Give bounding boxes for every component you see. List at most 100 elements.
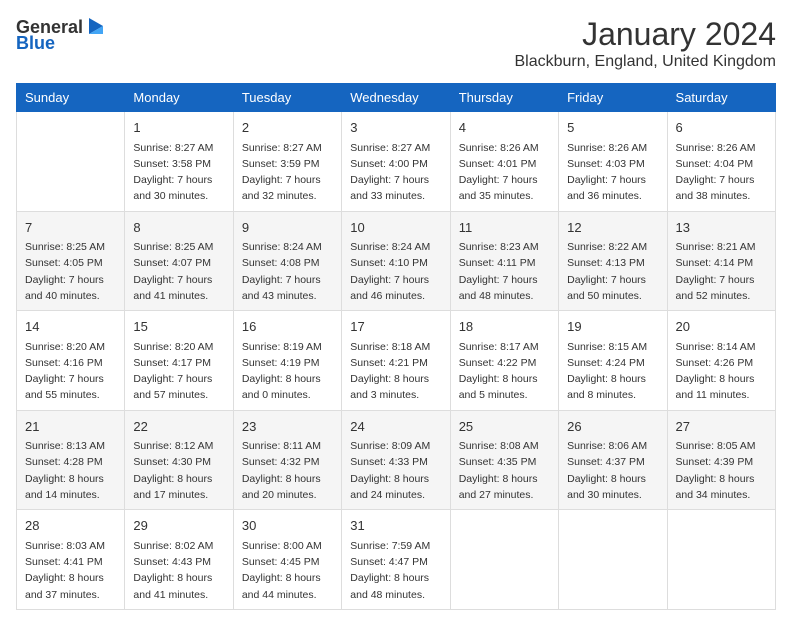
cell-info: Sunrise: 8:21 AMSunset: 4:14 PMDaylight:…	[676, 239, 767, 304]
table-row: 8 Sunrise: 8:25 AMSunset: 4:07 PMDayligh…	[125, 211, 233, 311]
date-number: 5	[567, 118, 658, 138]
cell-info: Sunrise: 8:25 AMSunset: 4:07 PMDaylight:…	[133, 239, 224, 304]
table-row: 10 Sunrise: 8:24 AMSunset: 4:10 PMDaylig…	[342, 211, 450, 311]
header-thursday: Thursday	[450, 84, 558, 112]
table-row: 30 Sunrise: 8:00 AMSunset: 4:45 PMDaylig…	[233, 510, 341, 610]
date-number: 12	[567, 218, 658, 238]
cell-info: Sunrise: 8:17 AMSunset: 4:22 PMDaylight:…	[459, 339, 550, 404]
date-number: 31	[350, 516, 441, 536]
date-number: 18	[459, 317, 550, 337]
cell-info: Sunrise: 8:27 AMSunset: 3:59 PMDaylight:…	[242, 140, 333, 205]
cell-info: Sunrise: 8:27 AMSunset: 4:00 PMDaylight:…	[350, 140, 441, 205]
cell-info: Sunrise: 8:02 AMSunset: 4:43 PMDaylight:…	[133, 538, 224, 603]
header-saturday: Saturday	[667, 84, 775, 112]
date-number: 20	[676, 317, 767, 337]
date-number: 9	[242, 218, 333, 238]
date-number: 10	[350, 218, 441, 238]
table-row: 3 Sunrise: 8:27 AMSunset: 4:00 PMDayligh…	[342, 112, 450, 212]
table-row: 7 Sunrise: 8:25 AMSunset: 4:05 PMDayligh…	[17, 211, 125, 311]
cell-info: Sunrise: 8:26 AMSunset: 4:04 PMDaylight:…	[676, 140, 767, 205]
logo-icon	[85, 16, 107, 38]
table-row: 15 Sunrise: 8:20 AMSunset: 4:17 PMDaylig…	[125, 311, 233, 411]
table-row: 11 Sunrise: 8:23 AMSunset: 4:11 PMDaylig…	[450, 211, 558, 311]
table-row: 9 Sunrise: 8:24 AMSunset: 4:08 PMDayligh…	[233, 211, 341, 311]
table-row: 13 Sunrise: 8:21 AMSunset: 4:14 PMDaylig…	[667, 211, 775, 311]
cell-info: Sunrise: 8:20 AMSunset: 4:17 PMDaylight:…	[133, 339, 224, 404]
cell-info: Sunrise: 8:11 AMSunset: 4:32 PMDaylight:…	[242, 438, 333, 503]
cell-info: Sunrise: 8:09 AMSunset: 4:33 PMDaylight:…	[350, 438, 441, 503]
table-row: 26 Sunrise: 8:06 AMSunset: 4:37 PMDaylig…	[559, 410, 667, 510]
date-number: 16	[242, 317, 333, 337]
date-number: 25	[459, 417, 550, 437]
table-row: 2 Sunrise: 8:27 AMSunset: 3:59 PMDayligh…	[233, 112, 341, 212]
cell-info: Sunrise: 8:14 AMSunset: 4:26 PMDaylight:…	[676, 339, 767, 404]
date-number: 29	[133, 516, 224, 536]
table-row: 5 Sunrise: 8:26 AMSunset: 4:03 PMDayligh…	[559, 112, 667, 212]
calendar-week-row: 28 Sunrise: 8:03 AMSunset: 4:41 PMDaylig…	[17, 510, 776, 610]
cell-info: Sunrise: 8:08 AMSunset: 4:35 PMDaylight:…	[459, 438, 550, 503]
cell-info: Sunrise: 8:23 AMSunset: 4:11 PMDaylight:…	[459, 239, 550, 304]
date-number: 17	[350, 317, 441, 337]
table-row: 16 Sunrise: 8:19 AMSunset: 4:19 PMDaylig…	[233, 311, 341, 411]
header-friday: Friday	[559, 84, 667, 112]
header-monday: Monday	[125, 84, 233, 112]
table-row: 25 Sunrise: 8:08 AMSunset: 4:35 PMDaylig…	[450, 410, 558, 510]
date-number: 21	[25, 417, 116, 437]
date-number: 2	[242, 118, 333, 138]
date-number: 28	[25, 516, 116, 536]
cell-info: Sunrise: 8:15 AMSunset: 4:24 PMDaylight:…	[567, 339, 658, 404]
table-row: 23 Sunrise: 8:11 AMSunset: 4:32 PMDaylig…	[233, 410, 341, 510]
cell-info: Sunrise: 8:18 AMSunset: 4:21 PMDaylight:…	[350, 339, 441, 404]
date-number: 30	[242, 516, 333, 536]
cell-info: Sunrise: 8:25 AMSunset: 4:05 PMDaylight:…	[25, 239, 116, 304]
date-number: 4	[459, 118, 550, 138]
cell-info: Sunrise: 8:03 AMSunset: 4:41 PMDaylight:…	[25, 538, 116, 603]
table-row: 27 Sunrise: 8:05 AMSunset: 4:39 PMDaylig…	[667, 410, 775, 510]
table-row: 4 Sunrise: 8:26 AMSunset: 4:01 PMDayligh…	[450, 112, 558, 212]
table-row: 1 Sunrise: 8:27 AMSunset: 3:58 PMDayligh…	[125, 112, 233, 212]
date-number: 23	[242, 417, 333, 437]
cell-info: Sunrise: 8:19 AMSunset: 4:19 PMDaylight:…	[242, 339, 333, 404]
page-header: General Blue January 2024 Blackburn, Eng…	[16, 16, 776, 71]
cell-info: Sunrise: 8:00 AMSunset: 4:45 PMDaylight:…	[242, 538, 333, 603]
table-row: 31 Sunrise: 7:59 AMSunset: 4:47 PMDaylig…	[342, 510, 450, 610]
table-row: 20 Sunrise: 8:14 AMSunset: 4:26 PMDaylig…	[667, 311, 775, 411]
table-row: 21 Sunrise: 8:13 AMSunset: 4:28 PMDaylig…	[17, 410, 125, 510]
table-row	[559, 510, 667, 610]
table-row: 6 Sunrise: 8:26 AMSunset: 4:04 PMDayligh…	[667, 112, 775, 212]
cell-info: Sunrise: 8:24 AMSunset: 4:08 PMDaylight:…	[242, 239, 333, 304]
calendar-week-row: 7 Sunrise: 8:25 AMSunset: 4:05 PMDayligh…	[17, 211, 776, 311]
cell-info: Sunrise: 8:26 AMSunset: 4:01 PMDaylight:…	[459, 140, 550, 205]
table-row: 22 Sunrise: 8:12 AMSunset: 4:30 PMDaylig…	[125, 410, 233, 510]
calendar-week-row: 21 Sunrise: 8:13 AMSunset: 4:28 PMDaylig…	[17, 410, 776, 510]
logo-blue: Blue	[16, 34, 55, 52]
table-row: 24 Sunrise: 8:09 AMSunset: 4:33 PMDaylig…	[342, 410, 450, 510]
date-number: 1	[133, 118, 224, 138]
date-number: 19	[567, 317, 658, 337]
header-sunday: Sunday	[17, 84, 125, 112]
table-row: 18 Sunrise: 8:17 AMSunset: 4:22 PMDaylig…	[450, 311, 558, 411]
table-row: 17 Sunrise: 8:18 AMSunset: 4:21 PMDaylig…	[342, 311, 450, 411]
header-tuesday: Tuesday	[233, 84, 341, 112]
table-row: 28 Sunrise: 8:03 AMSunset: 4:41 PMDaylig…	[17, 510, 125, 610]
date-number: 3	[350, 118, 441, 138]
date-number: 11	[459, 218, 550, 238]
date-number: 27	[676, 417, 767, 437]
date-number: 14	[25, 317, 116, 337]
month-title: January 2024	[515, 16, 777, 53]
calendar-table: Sunday Monday Tuesday Wednesday Thursday…	[16, 83, 776, 610]
days-header-row: Sunday Monday Tuesday Wednesday Thursday…	[17, 84, 776, 112]
calendar-week-row: 14 Sunrise: 8:20 AMSunset: 4:16 PMDaylig…	[17, 311, 776, 411]
cell-info: Sunrise: 7:59 AMSunset: 4:47 PMDaylight:…	[350, 538, 441, 603]
table-row: 19 Sunrise: 8:15 AMSunset: 4:24 PMDaylig…	[559, 311, 667, 411]
cell-info: Sunrise: 8:13 AMSunset: 4:28 PMDaylight:…	[25, 438, 116, 503]
date-number: 13	[676, 218, 767, 238]
cell-info: Sunrise: 8:27 AMSunset: 3:58 PMDaylight:…	[133, 140, 224, 205]
date-number: 7	[25, 218, 116, 238]
table-row: 29 Sunrise: 8:02 AMSunset: 4:43 PMDaylig…	[125, 510, 233, 610]
table-row: 14 Sunrise: 8:20 AMSunset: 4:16 PMDaylig…	[17, 311, 125, 411]
date-number: 22	[133, 417, 224, 437]
table-row: 12 Sunrise: 8:22 AMSunset: 4:13 PMDaylig…	[559, 211, 667, 311]
cell-info: Sunrise: 8:22 AMSunset: 4:13 PMDaylight:…	[567, 239, 658, 304]
title-area: January 2024 Blackburn, England, United …	[515, 16, 777, 71]
